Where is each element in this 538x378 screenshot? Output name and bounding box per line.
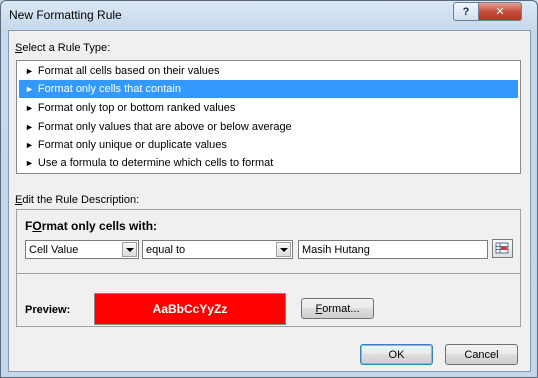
dialog-body: Select a Rule Type: ► Format all cells ba… <box>8 30 531 372</box>
triangle-icon: ► <box>25 84 34 94</box>
title-bar[interactable]: New Formatting Rule ? ✕ <box>1 1 537 29</box>
rule-item-all-cells[interactable]: ► Format all cells based on their values <box>19 62 518 80</box>
rule-description-label: Edit the Rule Description: <box>15 194 140 206</box>
close-button[interactable]: ✕ <box>478 2 522 21</box>
triangle-icon: ► <box>25 103 34 113</box>
help-icon: ? <box>462 5 470 18</box>
dialog-title: New Formatting Rule <box>9 8 122 22</box>
cell-type-select[interactable]: Cell Value <box>25 240 139 259</box>
rule-description-panel: FOrmat only cells with: Cell Value equal… <box>16 209 521 327</box>
help-button[interactable]: ? <box>453 2 479 21</box>
format-button[interactable]: Format... <box>301 298 374 319</box>
rule-item-top-bottom[interactable]: ► Format only top or bottom ranked values <box>19 99 518 117</box>
ok-button[interactable]: OK <box>360 344 433 365</box>
rule-type-list[interactable]: ► Format all cells based on their values … <box>16 60 521 174</box>
divider <box>17 273 520 274</box>
operator-select[interactable]: equal to <box>142 240 293 259</box>
close-icon: ✕ <box>495 6 505 18</box>
format-cells-heading: FOrmat only cells with: <box>25 219 158 233</box>
cancel-button[interactable]: Cancel <box>445 344 518 365</box>
triangle-icon: ► <box>25 66 34 76</box>
rule-item-formula[interactable]: ► Use a formula to determine which cells … <box>19 154 518 172</box>
chevron-down-icon[interactable] <box>122 242 137 257</box>
rule-item-above-below-average[interactable]: ► Format only values that are above or be… <box>19 118 518 136</box>
triangle-icon: ► <box>25 140 34 150</box>
format-preview: AaBbCcYyZz <box>94 293 286 325</box>
range-select-button[interactable] <box>492 239 513 258</box>
triangle-icon: ► <box>25 158 34 168</box>
value-input[interactable]: Masih Hutang <box>298 240 488 259</box>
rule-type-label: Select a Rule Type: <box>15 42 111 54</box>
rule-item-cells-that-contain[interactable]: ► Format only cells that contain <box>19 80 518 98</box>
dialog-window: New Formatting Rule ? ✕ Select a Rule Ty… <box>0 0 538 378</box>
preview-label: Preview: <box>25 304 71 316</box>
triangle-icon: ► <box>25 122 34 132</box>
rule-item-unique-duplicate[interactable]: ► Format only unique or duplicate values <box>19 136 518 154</box>
range-select-icon <box>495 242 509 254</box>
chevron-down-icon[interactable] <box>276 242 291 257</box>
